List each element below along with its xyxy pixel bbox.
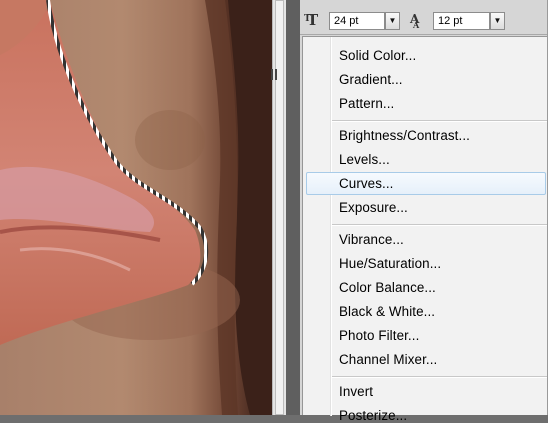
toolbar-divider — [300, 34, 548, 35]
menu-item-curves[interactable]: Curves... — [339, 176, 393, 191]
font-size-input[interactable]: 24 pt — [329, 12, 385, 30]
menu-item-levels[interactable]: Levels... — [339, 152, 390, 167]
menu-item-solid-color[interactable]: Solid Color... — [339, 48, 416, 63]
leading-icon-lower: A — [413, 20, 420, 30]
font-size-dropdown-button[interactable]: ▼ — [385, 12, 400, 30]
leading-input[interactable]: 12 pt — [433, 12, 490, 30]
menu-item-exposure[interactable]: Exposure... — [339, 200, 408, 215]
adjustment-layer-menu[interactable]: Solid Color... Gradient... Pattern... Br… — [302, 36, 548, 423]
menu-item-black-white[interactable]: Black & White... — [339, 304, 435, 319]
font-options-row: T T 24 pt ▼ A A 12 pt ▼ — [300, 0, 548, 36]
panel-divider — [286, 0, 300, 415]
menu-separator — [332, 120, 547, 122]
menu-item-channel-mixer[interactable]: Channel Mixer... — [339, 352, 437, 367]
menu-item-pattern[interactable]: Pattern... — [339, 96, 394, 111]
font-size-icon-small: T — [304, 14, 311, 24]
resize-grip-icon[interactable] — [271, 69, 278, 80]
menu-separator — [332, 376, 547, 378]
canvas-scrollbar[interactable] — [272, 0, 286, 415]
menu-item-hue-saturation[interactable]: Hue/Saturation... — [339, 256, 441, 271]
menu-item-posterize[interactable]: Posterize... — [339, 408, 407, 423]
menu-item-vibrance[interactable]: Vibrance... — [339, 232, 404, 247]
menu-item-gradient[interactable]: Gradient... — [339, 72, 403, 87]
photo-lips-selection — [0, 0, 272, 415]
menu-item-invert[interactable]: Invert — [339, 384, 373, 399]
menu-item-photo-filter[interactable]: Photo Filter... — [339, 328, 419, 343]
leading-dropdown-button[interactable]: ▼ — [490, 12, 505, 30]
menu-item-color-balance[interactable]: Color Balance... — [339, 280, 436, 295]
menu-item-brightness-contrast[interactable]: Brightness/Contrast... — [339, 128, 470, 143]
scrollbar-thumb[interactable] — [275, 0, 284, 415]
menu-separator — [332, 224, 547, 226]
image-canvas[interactable] — [0, 0, 272, 415]
menu-gutter — [330, 37, 332, 416]
